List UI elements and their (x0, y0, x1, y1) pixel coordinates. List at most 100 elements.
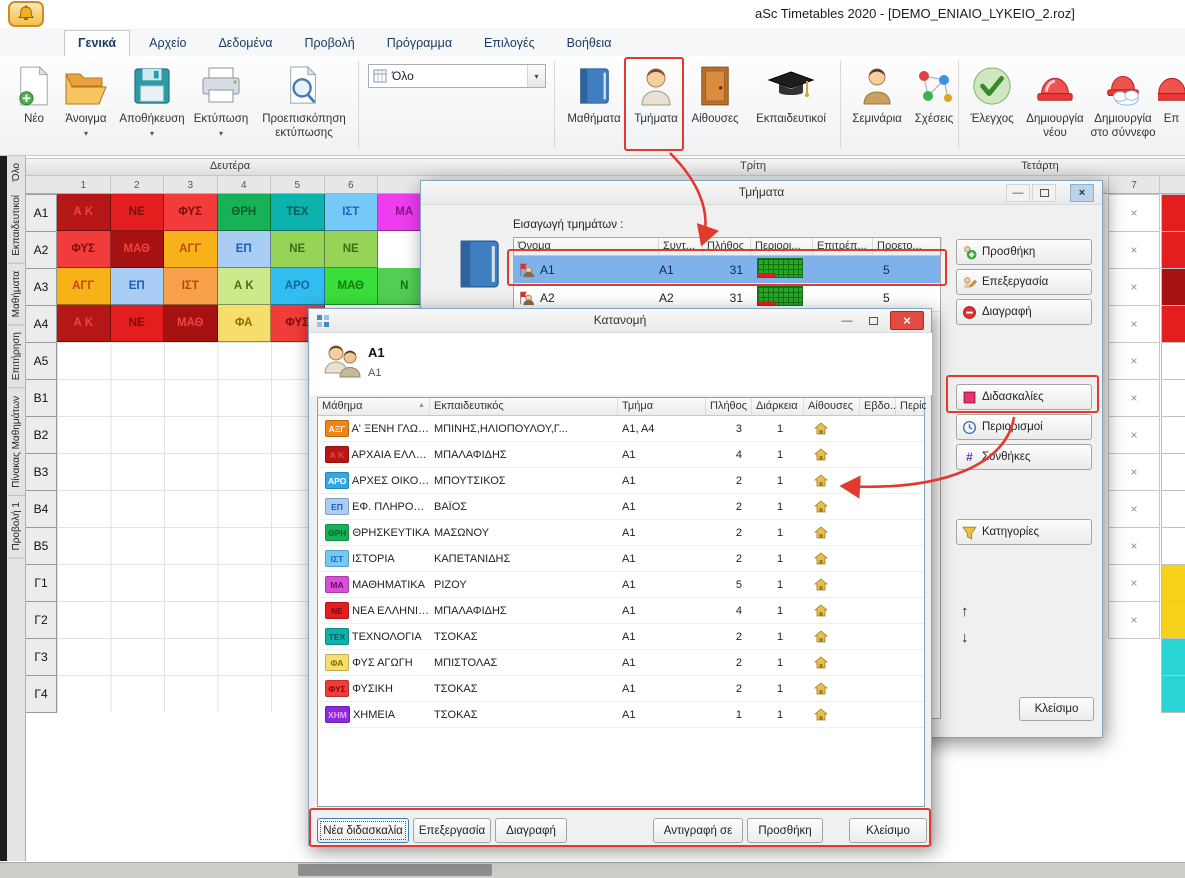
view-side-tab[interactable]: Όλο (8, 156, 25, 188)
column-header-rooms[interactable]: Αίθουσες (804, 398, 860, 415)
lesson-row[interactable]: ΧΗΜ ΧΗΜΕΙΑ ΤΣΟΚΑΣ A1 1 1 (318, 702, 924, 728)
teachers-button[interactable]: Εκπαιδευτικοί (746, 58, 836, 154)
lesson-row[interactable]: ΜΑ ΜΑΘΗΜΑΤΙΚΑ ΡΙΖΟΥ A1 5 1 (318, 572, 924, 598)
ribbon-tab-file[interactable]: Αρχείο (136, 31, 199, 56)
view-side-tab[interactable]: Επιτήρηση (8, 325, 25, 388)
edit-class-button[interactable]: Επεξεργασία (956, 269, 1092, 295)
blocked-period-cell[interactable]: × (1108, 343, 1160, 380)
view-selector-combobox[interactable]: Όλο ▾ (368, 64, 546, 88)
maximize-button[interactable] (1032, 184, 1056, 202)
check-button[interactable]: Έλεγχος (964, 58, 1020, 154)
column-header-count[interactable]: Πλήθος (703, 238, 751, 255)
save-dropdown-icon[interactable]: ▾ (150, 129, 154, 138)
lesson-card[interactable]: ΑΡΟ (271, 268, 325, 305)
column-header-count[interactable]: Πλήθος (706, 398, 752, 415)
close-button[interactable]: × (890, 311, 924, 330)
lesson-card[interactable]: ΝΕ (271, 231, 325, 268)
time-constraints-button[interactable]: Περιορισμοί (956, 414, 1092, 440)
classes-button[interactable]: Τμήματα (630, 58, 682, 154)
lesson-card[interactable]: ΘΡΗ (218, 194, 272, 231)
blocked-period-cell[interactable]: × (1108, 232, 1160, 269)
copy-to-button[interactable]: Αντιγραφή σε (653, 818, 743, 843)
class-row-header[interactable]: B5 (26, 528, 57, 565)
print-button[interactable]: Εκτύπωση ▾ (190, 58, 252, 154)
blocked-period-cell[interactable]: × (1108, 602, 1160, 639)
move-up-button[interactable]: ↑ (961, 603, 969, 620)
rooms-button[interactable]: Αίθουσες (686, 58, 744, 154)
lesson-card[interactable]: ΜΑΘ (325, 268, 379, 305)
class-row-header[interactable]: A3 (26, 269, 57, 306)
lesson-card[interactable]: ΕΠ (111, 268, 165, 305)
class-row-A1-selected[interactable]: A1 A1 31 5 (514, 256, 940, 284)
lesson-row[interactable]: ΤΕΧ ΤΕΧΝΟΛΟΓΙΑ ΤΣΟΚΑΣ A1 2 1 (318, 624, 924, 650)
save-button[interactable]: Αποθήκευση ▾ (116, 58, 188, 154)
ribbon-tab-view[interactable]: Προβολή (292, 31, 368, 56)
edit-lesson-button[interactable]: Επεξεργασία (413, 818, 491, 843)
new-button[interactable]: Νέο (12, 58, 56, 154)
class-row-header[interactable]: B1 (26, 380, 57, 417)
column-header-constraints[interactable]: Περιορι... (751, 238, 813, 255)
asc-bell-logo-icon[interactable] (8, 1, 44, 27)
view-selector-dropdown-icon[interactable]: ▾ (527, 65, 545, 87)
lesson-card[interactable]: ΦΥΣ (164, 194, 218, 231)
lesson-row[interactable]: ΦΥΣ ΦΥΣΙΚΗ ΤΣΟΚΑΣ A1 2 1 (318, 676, 924, 702)
lesson-card[interactable]: Α Κ (57, 194, 111, 231)
class-row-header[interactable]: B4 (26, 491, 57, 528)
lesson-card[interactable]: ΑΓΓ (57, 268, 111, 305)
column-header-weeks[interactable]: Εβδο... (860, 398, 896, 415)
lesson-card[interactable]: ΜΑΘ (111, 231, 165, 268)
blocked-period-cell[interactable]: × (1108, 491, 1160, 528)
lesson-card[interactable]: ΦΑ (218, 305, 272, 342)
view-side-tab[interactable]: Προβολή 1 (8, 495, 25, 559)
column-header-duration[interactable]: Διάρκεια (752, 398, 804, 415)
blocked-period-cell[interactable]: × (1108, 565, 1160, 602)
relations-button[interactable]: Σχέσεις (910, 58, 958, 154)
class-row-header[interactable]: B2 (26, 417, 57, 454)
class-row-header[interactable]: B3 (26, 454, 57, 491)
clipped-toolbar-button[interactable]: Επ (1158, 58, 1185, 154)
open-button[interactable]: Άνοιγμα ▾ (58, 58, 114, 154)
generate-cloud-button[interactable]: Δημιουργία στο σύννεφο (1090, 58, 1156, 154)
lesson-row[interactable]: ΑΞΓ Α' ΞΕΝΗ ΓΛΩΣΣΑ ΜΠΙΝΗΣ,ΗΛΙΟΠΟΥΛΟΥ,Γ..… (318, 416, 924, 442)
lesson-card[interactable]: ΤΕΧ (271, 194, 325, 231)
minimize-button[interactable]: — (1006, 184, 1030, 202)
column-header-teacher[interactable]: Εκπαιδευτικός (430, 398, 618, 415)
generate-new-button[interactable]: Δημιουργία νέου (1022, 58, 1088, 154)
class-row-header[interactable]: A2 (26, 232, 57, 269)
lesson-card[interactable]: ΜΑΘ (164, 305, 218, 342)
seminars-button[interactable]: Σεμινάρια (846, 58, 908, 154)
lesson-card[interactable]: ΕΠ (218, 231, 272, 268)
class-row-header[interactable]: A5 (26, 343, 57, 380)
view-side-tab[interactable]: Μαθήματα (8, 264, 25, 325)
ribbon-tab-schedule[interactable]: Πρόγραμμα (374, 31, 465, 56)
print-dropdown-icon[interactable]: ▾ (219, 129, 223, 138)
categories-button[interactable]: Κατηγορίες (956, 519, 1092, 545)
class-row-header[interactable]: A4 (26, 306, 57, 343)
column-header-subject[interactable]: Μάθημα (318, 398, 430, 415)
delete-lesson-button[interactable]: Διαγραφή (495, 818, 567, 843)
lesson-card[interactable]: ΦΥΣ (57, 231, 111, 268)
ribbon-tab-options[interactable]: Επιλογές (471, 31, 548, 56)
subjects-button[interactable]: Μαθήματα (562, 58, 626, 154)
class-row-header[interactable]: A1 (26, 195, 57, 232)
horizontal-scrollbar[interactable] (0, 862, 1185, 878)
blocked-period-cell[interactable]: × (1108, 417, 1160, 454)
blocked-period-cell[interactable]: × (1108, 195, 1160, 232)
add-class-button[interactable]: Προσθήκη (956, 239, 1092, 265)
blocked-period-cell[interactable]: × (1108, 269, 1160, 306)
class-row-header[interactable]: Γ1 (26, 565, 57, 602)
open-dropdown-icon[interactable]: ▾ (84, 129, 88, 138)
move-down-button[interactable]: ↓ (961, 629, 969, 646)
column-header-short[interactable]: Συντ... (659, 238, 703, 255)
ribbon-tab-data[interactable]: Δεδομένα (205, 31, 285, 56)
lesson-card[interactable]: ΙΣΤ (164, 268, 218, 305)
lesson-row[interactable]: Α Κ ΑΡΧΑΙΑ ΕΛΛΗ... ΜΠΑΛΑΦΙΔΗΣ A1 4 1 (318, 442, 924, 468)
lesson-card[interactable]: ΝΕ (111, 305, 165, 342)
blocked-period-cell[interactable]: × (1108, 454, 1160, 491)
view-side-tab[interactable]: Εκπαιδευτικοί (8, 188, 25, 264)
blocked-period-cell[interactable]: × (1108, 528, 1160, 565)
lesson-row[interactable]: ΑΡΟ ΑΡΧΕΣ ΟΙΚΟΝ... ΜΠΟΥΤΣΙΚΟΣ A1 2 1 (318, 468, 924, 494)
column-header-class[interactable]: Τμήμα (618, 398, 706, 415)
lesson-card[interactable]: Α Κ (218, 268, 272, 305)
lesson-row[interactable]: ΕΠ ΕΦ. ΠΛΗΡΟΦ... ΒΑΪΟΣ A1 2 1 (318, 494, 924, 520)
